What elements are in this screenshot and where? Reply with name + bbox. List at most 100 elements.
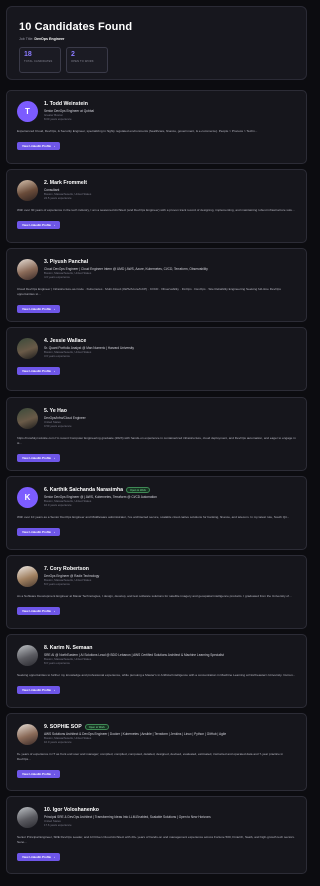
view-linkedin-button[interactable]: View LinkedIn Profile › <box>17 141 60 150</box>
stat-label: TOTAL CANDIDATES <box>24 60 53 63</box>
candidate-summary: Experienced Cloud, DevOps, & Security En… <box>17 129 258 134</box>
avatar <box>17 566 38 587</box>
candidate-summary: https://nowfolyr.wixsite.com I'm recent … <box>17 436 296 445</box>
button-label: View LinkedIn Profile <box>22 306 52 311</box>
candidate-name: 5. Ye Hao <box>44 408 67 414</box>
candidate-card: 5. Ye Hao DevOps/Infra/Cloud Engineer Un… <box>6 397 307 471</box>
stat-value: 2 <box>71 51 75 58</box>
avatar <box>17 180 38 201</box>
stat-label: OPEN TO WORK <box>71 60 94 63</box>
candidate-location: Boston, Massachusetts, United States <box>44 498 92 503</box>
button-label: View LinkedIn Profile <box>22 529 52 534</box>
candidate-location: Boston, Massachusetts, United States <box>44 735 92 740</box>
view-linkedin-button[interactable]: View LinkedIn Profile › <box>17 606 60 615</box>
view-linkedin-button[interactable]: View LinkedIn Profile › <box>17 527 60 536</box>
avatar <box>17 645 38 666</box>
candidate-summary: As a Software Development Engineer at Ma… <box>17 594 292 599</box>
job-title-value: DevOps Engineer <box>34 37 65 41</box>
arrow-icon: › <box>54 854 55 859</box>
candidate-experience: 10.0 years experience <box>44 740 72 745</box>
candidate-name: 2. Mark Frommelt <box>44 180 87 186</box>
button-label: View LinkedIn Profile <box>22 455 52 460</box>
candidate-location: Greater Boston <box>44 112 63 117</box>
avatar <box>17 259 38 280</box>
open-to-work-badge: Open to Work <box>84 724 109 730</box>
avatar <box>17 807 38 828</box>
candidate-card: 10. Igor Voloshanenko Principal SRE & De… <box>6 796 307 874</box>
arrow-icon: › <box>54 529 55 534</box>
avatar: T <box>17 101 38 122</box>
candidate-name: 7. Cory Robertson <box>44 566 89 572</box>
arrow-icon: › <box>54 687 55 692</box>
arrow-icon: › <box>54 143 55 148</box>
arrow-icon: › <box>54 455 55 460</box>
candidate-experience: 10.0 years experience <box>44 503 72 508</box>
candidate-summary: Cloud DevOps Engineer | Infrastructure-a… <box>17 287 281 296</box>
candidate-summary: Senior Principal Engineer, SRE DevOps Le… <box>17 835 295 844</box>
candidate-headline: DevOps/Infra/Cloud Engineer <box>44 415 86 420</box>
results-title: 10 Candidates Found <box>19 21 133 33</box>
candidate-name: 3. Piyush Panchal <box>44 259 89 265</box>
open-to-work-badge: Open to Work <box>126 487 150 493</box>
view-linkedin-button[interactable]: View LinkedIn Profile › <box>17 852 60 861</box>
arrow-icon: › <box>54 771 55 776</box>
view-linkedin-button[interactable]: View LinkedIn Profile › <box>17 685 60 694</box>
view-linkedin-button[interactable]: View LinkedIn Profile › <box>17 220 60 229</box>
button-label: View LinkedIn Profile <box>22 222 52 227</box>
candidate-experience: 4.6 years experience <box>44 275 70 280</box>
candidate-summary: With over 10 years as a Senior DevOps En… <box>17 515 290 520</box>
button-label: View LinkedIn Profile <box>22 687 52 692</box>
candidate-location: United States <box>44 818 61 823</box>
candidate-location: Boston, Massachusetts, United States <box>44 191 92 196</box>
candidate-summary: With over 30 years of experience in the … <box>17 208 295 213</box>
stat-open-to-work: 2 OPEN TO WORK <box>66 47 108 73</box>
candidate-card: 8. Karim N. Semaan SRE AI @ NorthEastern… <box>6 634 307 708</box>
candidate-name: 6. Karthik Saichanda Narasimha <box>44 487 123 493</box>
candidate-headline: Principal SRE & DevOps Architect | Trans… <box>44 814 211 819</box>
candidate-headline: Senior DevOps Engineer at Qobbal <box>44 108 94 113</box>
candidate-experience: 24.5 years experience <box>44 196 72 201</box>
view-linkedin-button[interactable]: View LinkedIn Profile › <box>17 304 60 313</box>
candidate-card: 9. SOPHIE SOP Open to Work AWS Solutions… <box>6 713 307 791</box>
view-linkedin-button[interactable]: View LinkedIn Profile › <box>17 367 60 376</box>
avatar: K <box>17 487 38 508</box>
candidate-name: 10. Igor Voloshanenko <box>44 807 99 813</box>
avatar <box>17 408 38 429</box>
stat-value: 18 <box>24 51 32 58</box>
candidate-name: 1. Todd Weinstein <box>44 101 88 107</box>
candidate-card: T 1. Todd Weinstein Senior DevOps Engine… <box>6 90 307 164</box>
job-title-line: Job Title: DevOps Engineer <box>19 37 294 41</box>
candidate-name: 9. SOPHIE SOP <box>44 724 82 730</box>
button-label: View LinkedIn Profile <box>22 143 52 148</box>
arrow-icon: › <box>54 222 55 227</box>
stats-row: 18 TOTAL CANDIDATES 2 OPEN TO WORK <box>19 47 294 73</box>
candidate-experience: 8.0 years experience <box>44 661 70 666</box>
arrow-icon: › <box>54 369 55 374</box>
view-linkedin-button[interactable]: View LinkedIn Profile › <box>17 769 60 778</box>
results-header: 10 Candidates Found Job Title: DevOps En… <box>6 6 307 80</box>
candidate-card: 2. Mark Frommelt Consultant Boston, Mass… <box>6 169 307 243</box>
avatar <box>17 724 38 745</box>
candidate-location: Boston, Massachusetts, United States <box>44 656 92 661</box>
candidate-card: 7. Cory Robertson DevOps Engineer @ Radi… <box>6 555 307 629</box>
candidate-experience: 8.0 years experience <box>44 582 70 587</box>
candidate-experience: 0.50 years experience <box>44 424 72 429</box>
candidate-card: K 6. Karthik Saichanda Narasimha Open to… <box>6 476 307 550</box>
candidate-location: Boston, Massachusetts, United States <box>44 270 92 275</box>
candidate-experience: 8.00 years experience <box>44 117 72 122</box>
button-label: View LinkedIn Profile <box>22 369 52 374</box>
candidate-experience: 3.6 years experience <box>44 354 70 359</box>
view-linkedin-button[interactable]: View LinkedIn Profile › <box>17 453 60 462</box>
candidate-summary: Seeking opportunities to further my know… <box>17 673 296 678</box>
avatar <box>17 338 38 359</box>
candidate-name: 8. Karim N. Semaan <box>44 645 93 651</box>
button-label: View LinkedIn Profile <box>22 771 52 776</box>
stat-total-candidates: 18 TOTAL CANDIDATES <box>19 47 61 73</box>
arrow-icon: › <box>54 306 55 311</box>
candidate-location: Boston, Massachusetts, United States <box>44 349 92 354</box>
button-label: View LinkedIn Profile <box>22 608 52 613</box>
candidate-card: 3. Piyush Panchal Cloud DevOps Engineer … <box>6 248 307 322</box>
candidate-card: 4. Jessie Wallace Sr. Quant Portfolio An… <box>6 327 307 391</box>
candidate-name: 4. Jessie Wallace <box>44 338 87 344</box>
candidate-location: Boston, Massachusetts, United States <box>44 577 92 582</box>
